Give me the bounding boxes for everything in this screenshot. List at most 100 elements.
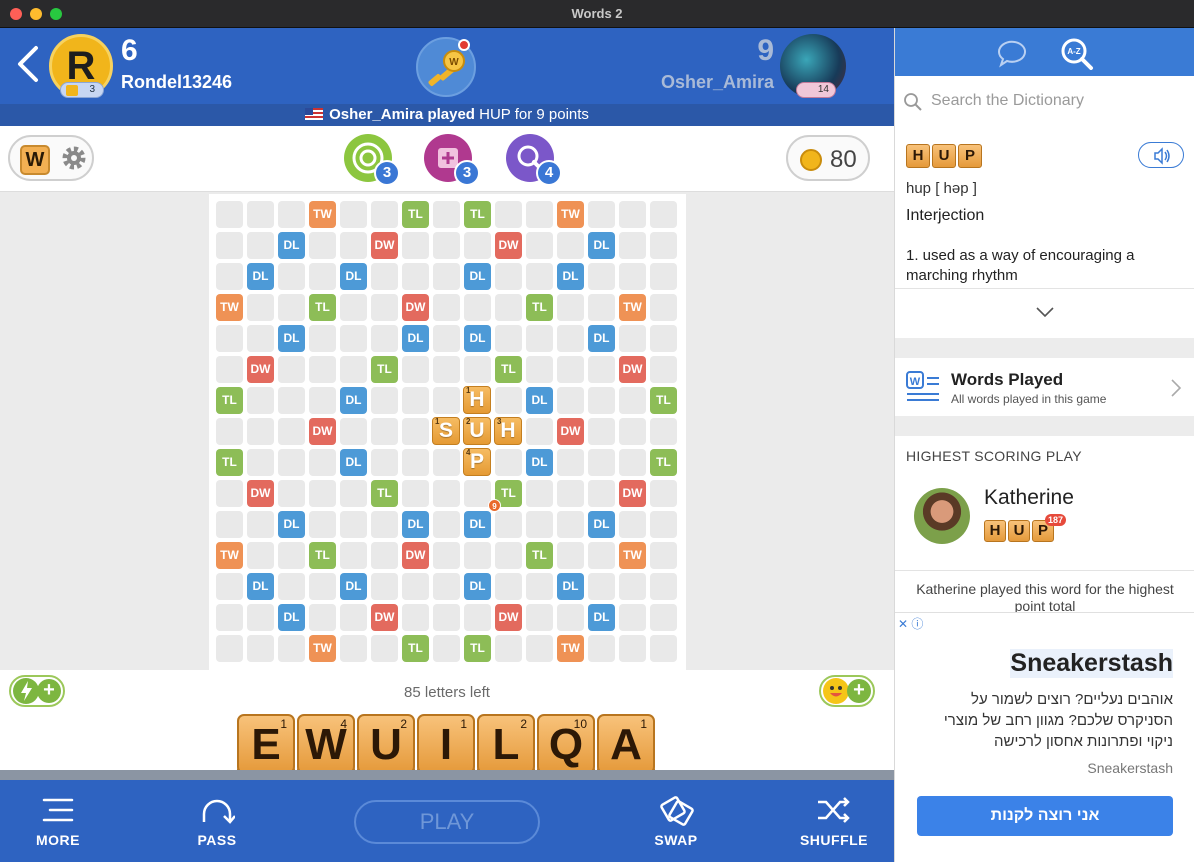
board-cell[interactable] [526, 263, 553, 290]
board-cell[interactable] [495, 201, 522, 228]
board-cell[interactable] [650, 604, 677, 631]
board-cell[interactable] [495, 573, 522, 600]
board-cell-dl[interactable]: DL [588, 511, 615, 538]
board-cell[interactable] [619, 573, 646, 600]
board-cell[interactable] [464, 480, 491, 507]
board-cell[interactable] [309, 604, 336, 631]
board-cell[interactable] [433, 511, 460, 538]
board-cell-dw[interactable]: DW [247, 356, 274, 383]
board-cell[interactable] [464, 542, 491, 569]
board-cell[interactable] [278, 573, 305, 600]
board-cell-tl[interactable]: TL [526, 542, 553, 569]
board-cell[interactable] [619, 604, 646, 631]
board-cell[interactable] [650, 542, 677, 569]
board-cell[interactable] [433, 325, 460, 352]
board-cell-dl[interactable]: DL [402, 511, 429, 538]
board-cell[interactable] [340, 418, 367, 445]
play-button[interactable]: PLAY [354, 800, 540, 844]
board-cell[interactable] [402, 356, 429, 383]
board-cell[interactable] [650, 201, 677, 228]
board-cell[interactable] [464, 356, 491, 383]
board-cell-dw[interactable]: DW [495, 604, 522, 631]
board-cell[interactable] [278, 356, 305, 383]
board-cell[interactable] [464, 294, 491, 321]
board-cell-dl[interactable]: DL [247, 573, 274, 600]
word-finder-powerup-icon[interactable]: 4 [506, 134, 562, 186]
ad-close-icon[interactable]: ✕ ⓘ [898, 615, 923, 632]
board-cell[interactable] [340, 511, 367, 538]
rack-tile[interactable]: 2U [357, 714, 415, 774]
settings-pill[interactable]: W [8, 135, 94, 181]
board-cell-dl[interactable]: DL [464, 325, 491, 352]
board-cell-dl[interactable]: DL [588, 604, 615, 631]
rack-tile[interactable]: 1A [597, 714, 655, 774]
board-cell-dw[interactable]: DW [402, 542, 429, 569]
board-cell-dl[interactable]: DL [464, 573, 491, 600]
board-cell[interactable] [309, 573, 336, 600]
board-cell-tl[interactable]: TL [650, 387, 677, 414]
board-cell[interactable] [588, 542, 615, 569]
board-cell[interactable] [402, 387, 429, 414]
board-cell[interactable] [433, 232, 460, 259]
board-cell[interactable] [371, 511, 398, 538]
board-cell[interactable] [526, 201, 553, 228]
board-cell[interactable] [309, 449, 336, 476]
board-cell[interactable] [650, 356, 677, 383]
board-cell[interactable] [557, 480, 584, 507]
board-cell-tw[interactable]: TW [619, 542, 646, 569]
board-cell[interactable] [557, 232, 584, 259]
board-cell[interactable] [216, 356, 243, 383]
board-cell-tl[interactable]: TL [216, 449, 243, 476]
board-cell[interactable] [588, 387, 615, 414]
board-cell[interactable] [247, 511, 274, 538]
board-cell[interactable] [495, 387, 522, 414]
board-cell-dl[interactable]: DL [247, 263, 274, 290]
board-cell[interactable] [433, 573, 460, 600]
emoji-button[interactable]: + [819, 675, 875, 707]
board-cell-dw[interactable]: DW [402, 294, 429, 321]
board-cell[interactable] [526, 573, 553, 600]
board-cell-dl[interactable]: DL [278, 232, 305, 259]
board-cell-tl[interactable]: TL [371, 356, 398, 383]
board-cell[interactable] [588, 449, 615, 476]
board-cell[interactable] [433, 635, 460, 662]
board-cell-dl[interactable]: DL [278, 325, 305, 352]
board-cell[interactable] [371, 201, 398, 228]
board-cell[interactable] [495, 635, 522, 662]
board-cell-tl[interactable]: TL [402, 201, 429, 228]
words-played-row[interactable]: W Words Played All words played in this … [895, 358, 1194, 416]
board-cell[interactable] [340, 635, 367, 662]
dictionary-search-icon[interactable]: A-Z [1059, 36, 1095, 70]
tile-shuffle-powerup-icon[interactable]: 3 [424, 134, 480, 186]
board-cell[interactable] [340, 294, 367, 321]
board-cell-dw[interactable]: DW [495, 232, 522, 259]
board-cell[interactable] [247, 294, 274, 321]
board-cell[interactable] [526, 325, 553, 352]
board-cell-dw[interactable]: DW [247, 480, 274, 507]
board-cell[interactable] [650, 635, 677, 662]
board-cell[interactable] [619, 449, 646, 476]
ad-cta-button[interactable]: אני רוצה לקנות [917, 796, 1173, 836]
board-cell[interactable] [402, 480, 429, 507]
board-cell-dl[interactable]: DL [340, 387, 367, 414]
board-cell[interactable] [464, 604, 491, 631]
board-cell-tw[interactable]: TW [557, 635, 584, 662]
board-cell-tl[interactable]: TL [464, 201, 491, 228]
search-input[interactable]: Search the Dictionary [931, 92, 1084, 110]
board-cell-dl[interactable]: DL [278, 511, 305, 538]
board-cell[interactable] [278, 263, 305, 290]
back-arrow-icon[interactable] [14, 44, 40, 84]
board-cell[interactable] [526, 511, 553, 538]
board-cell[interactable] [588, 201, 615, 228]
board-cell[interactable] [278, 635, 305, 662]
board-cell[interactable] [278, 418, 305, 445]
board-cell-tw[interactable]: TW [216, 294, 243, 321]
board-cell[interactable] [495, 325, 522, 352]
board-cell[interactable] [247, 449, 274, 476]
board-cell-tw[interactable]: TW [216, 542, 243, 569]
board-cell[interactable] [619, 232, 646, 259]
board-cell[interactable] [402, 232, 429, 259]
board-cell[interactable] [433, 201, 460, 228]
board-cell-tl[interactable]: TL [216, 387, 243, 414]
board-cell[interactable] [216, 511, 243, 538]
